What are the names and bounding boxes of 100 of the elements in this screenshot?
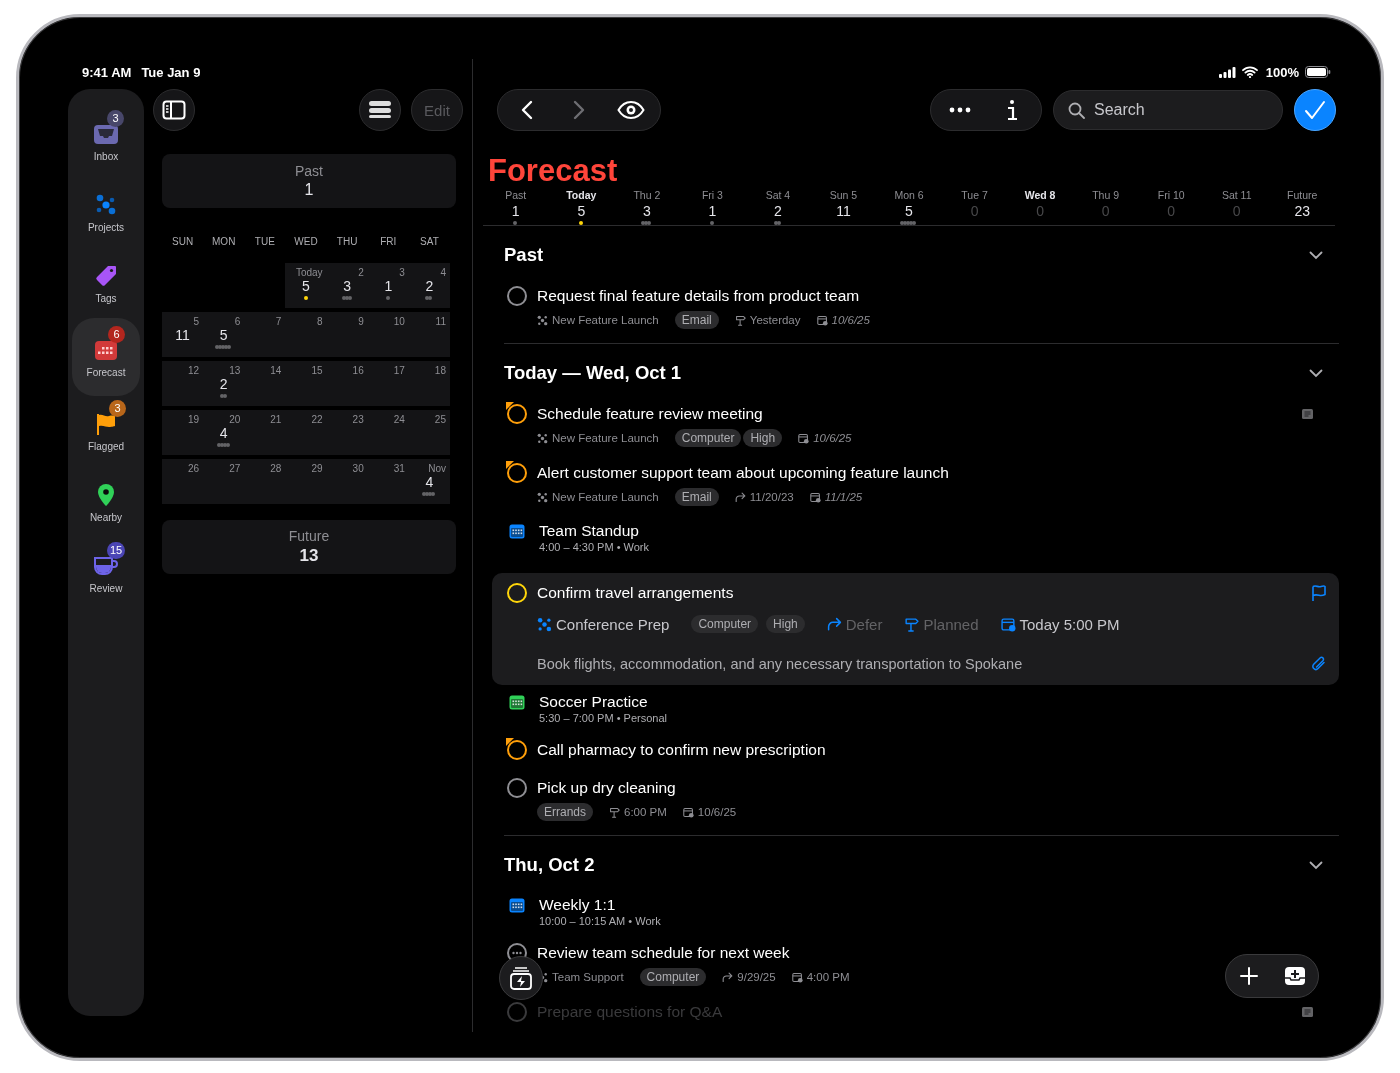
sidebar-toggle-button[interactable] — [153, 89, 195, 131]
task-row[interactable]: Request final feature details from product team New Feature Launch Email Yesterday 10/6/25 — [492, 284, 1339, 343]
calendar-day[interactable]: 10 — [367, 312, 409, 357]
calendar-day[interactable]: 18 — [408, 361, 450, 406]
task-row[interactable]: Schedule feature review meeting New Feature Launch Computer High 10/6/25 — [492, 402, 1339, 461]
calendar-day[interactable]: 30 — [326, 459, 368, 504]
checkbox[interactable] — [505, 460, 529, 484]
calendar-day[interactable]: 9 — [326, 312, 368, 357]
task-note: Book flights, accommodation, and any necessary transportation to Spokane — [537, 656, 1023, 672]
calendar-day[interactable]: 5 11 — [162, 312, 204, 357]
calendar-day[interactable]: Nov 4 — [408, 459, 450, 504]
forecast-day-tab[interactable]: Future 23 — [1269, 189, 1335, 225]
weekday-label: FRI — [379, 236, 398, 247]
calendar-day[interactable]: 26 — [162, 459, 204, 504]
checkbox[interactable] — [505, 401, 529, 425]
sidebar-item[interactable]: Nearby — [72, 466, 140, 538]
tag-chip[interactable]: High — [766, 615, 805, 633]
sidebar-item[interactable]: Tags — [72, 247, 140, 319]
task-detail: Planned — [923, 615, 979, 633]
search-field[interactable]: Search — [1053, 90, 1283, 130]
forecast-day-tab[interactable]: Fri 3 1 — [679, 189, 746, 225]
task-row[interactable]: Confirm travel arrangements Conference Prep Computer High Defer Planned Today 5:00 PM Book flights, accommodation, and any necessary transportation to Spokane — [492, 573, 1339, 685]
flag-icon — [95, 411, 117, 436]
sidebar-item[interactable]: 3 Flagged — [72, 395, 140, 467]
calendar-day[interactable]: 22 — [285, 410, 327, 455]
done-button[interactable] — [1294, 89, 1336, 131]
calendar-day[interactable]: 28 — [244, 459, 286, 504]
sidebar-item[interactable]: 6 Forecast — [72, 318, 140, 396]
calendar-day[interactable]: 29 — [285, 459, 327, 504]
paperclip-icon[interactable] — [1311, 655, 1327, 673]
flag-outline-icon[interactable] — [1311, 584, 1327, 602]
checkbox[interactable] — [505, 580, 529, 604]
calendar-day[interactable]: Today 5 — [285, 263, 327, 308]
back-chevron-icon — [520, 100, 534, 120]
tag-chip[interactable]: High — [743, 429, 783, 447]
calendar-day[interactable]: 16 — [326, 361, 368, 406]
chevron-icon[interactable] — [1309, 860, 1323, 870]
sidebar-item[interactable]: Projects — [72, 176, 140, 248]
task-dots — [220, 394, 227, 398]
forecast-day-tab[interactable]: Wed 8 0 — [1007, 189, 1073, 225]
forecast-day-tab[interactable]: Sat 11 0 — [1203, 189, 1270, 225]
forecast-day-tab[interactable]: Thu 2 3 — [614, 189, 680, 225]
task-row[interactable]: Call pharmacy to confirm new prescription — [492, 738, 1339, 776]
calendar-day[interactable]: 8 — [285, 312, 327, 357]
future-summary-card[interactable]: Future 13 — [162, 520, 456, 574]
task-detail: 11/1/25 — [824, 491, 863, 503]
tag-chip[interactable]: Email — [674, 311, 719, 329]
forward-arrow-icon — [722, 971, 734, 983]
calendar-event-row[interactable]: Soccer Practice 5:30 – 7:00 PM • Personal — [492, 691, 1339, 738]
list-view-button[interactable] — [359, 89, 401, 131]
sidebar-item[interactable]: 3 Inbox — [72, 105, 140, 177]
calendar-day[interactable]: 27 — [203, 459, 245, 504]
tag-chip[interactable]: Errands — [537, 803, 594, 821]
calendar-day[interactable]: 31 — [367, 459, 409, 504]
tag-chip[interactable]: Computer — [674, 429, 742, 447]
calendar-day[interactable]: 24 — [367, 410, 409, 455]
calendar-event-row[interactable]: Weekly 1:1 10:00 – 10:15 AM • Work — [492, 894, 1339, 941]
battery-icon — [1305, 66, 1331, 78]
calendar-event-row[interactable]: Team Standup 4:00 – 4:30 PM • Work — [492, 520, 1339, 567]
calendar-day[interactable]: 7 — [244, 312, 286, 357]
forecast-day-tab[interactable]: Past 1 — [483, 189, 549, 225]
task-row[interactable]: Alert customer support team about upcoming feature launch New Feature Launch Email 11/20/23 11/1/25 — [492, 461, 1339, 520]
forecast-day-tab[interactable]: Sun 5 11 — [810, 189, 877, 225]
calendar-day[interactable]: 4 2 — [408, 263, 450, 308]
sidebar-item[interactable]: 15 Review — [72, 537, 140, 609]
calendar-day[interactable]: 6 5 — [203, 312, 245, 357]
calendar-day[interactable]: 17 — [367, 361, 409, 406]
chevron-icon[interactable] — [1309, 368, 1323, 378]
forecast-day-tab[interactable]: Mon 6 5 — [876, 189, 942, 225]
checkbox[interactable] — [505, 775, 529, 799]
calendar-day[interactable]: 13 2 — [203, 361, 245, 406]
tag-chip[interactable]: Computer — [691, 615, 759, 633]
calendar-day[interactable]: 3 1 — [367, 263, 409, 308]
quick-entry-button[interactable] — [499, 956, 543, 1000]
tag-chip[interactable]: Computer — [639, 968, 707, 986]
forecast-day-tab[interactable]: Today 5 — [548, 189, 615, 225]
calendar-day[interactable]: 15 — [285, 361, 327, 406]
calendar-day[interactable]: 23 — [326, 410, 368, 455]
calendar-day[interactable]: 21 — [244, 410, 286, 455]
checkmark-icon — [1304, 100, 1326, 120]
calendar-day[interactable]: 12 — [162, 361, 204, 406]
event-title: Team Standup — [539, 522, 640, 540]
calendar-day[interactable]: 14 — [244, 361, 286, 406]
checkbox[interactable] — [505, 737, 529, 761]
chevron-icon[interactable] — [1309, 250, 1323, 260]
calendar-day[interactable]: 25 — [408, 410, 450, 455]
past-summary-card[interactable]: Past 1 — [162, 154, 456, 208]
calendar-day[interactable]: 20 4 — [203, 410, 245, 455]
forecast-day-tab[interactable]: Thu 9 0 — [1072, 189, 1139, 225]
calendar-day[interactable]: 19 — [162, 410, 204, 455]
weekday-label: THU — [335, 236, 359, 247]
forecast-day-tab[interactable]: Sat 4 2 — [745, 189, 811, 225]
task-row[interactable]: Pick up dry cleaning Errands 6:00 PM 10/6/25 — [492, 776, 1339, 835]
forecast-day-tab[interactable]: Tue 7 0 — [941, 189, 1008, 225]
checkbox[interactable] — [505, 999, 529, 1022]
calendar-day[interactable]: 2 3 — [326, 263, 368, 308]
forecast-day-tab[interactable]: Fri 10 0 — [1138, 189, 1204, 225]
calendar-day[interactable]: 11 — [408, 312, 450, 357]
tag-chip[interactable]: Email — [674, 488, 719, 506]
checkbox[interactable] — [505, 283, 529, 307]
